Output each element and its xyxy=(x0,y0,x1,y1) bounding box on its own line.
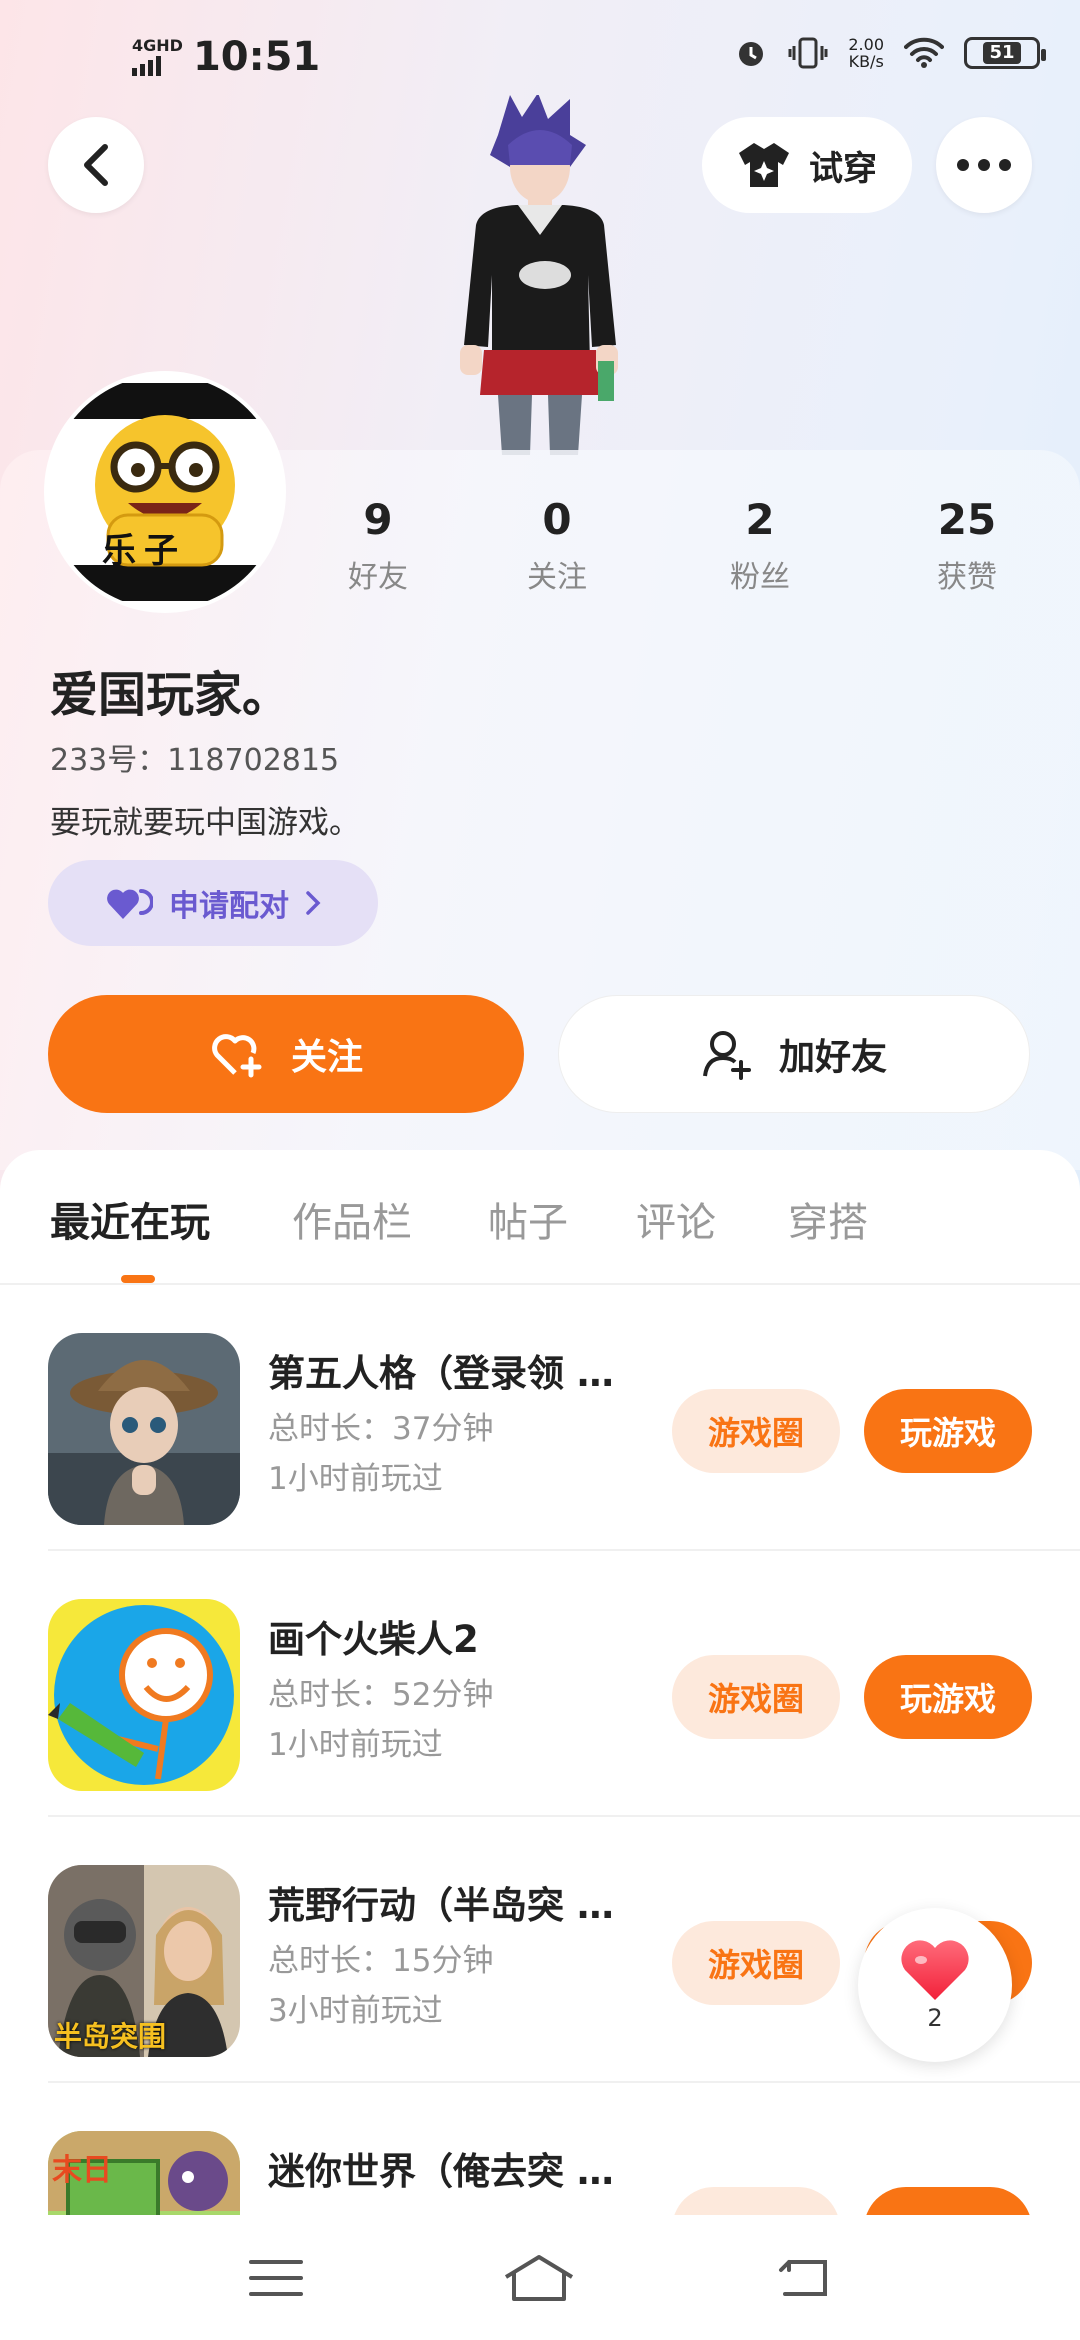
back-button[interactable] xyxy=(48,117,144,213)
tshirt-icon xyxy=(739,143,789,187)
game-title: 迷你世界（俺去突 … xyxy=(268,2150,614,2193)
game-row[interactable]: 末日 迷你世界（俺去突 … xyxy=(0,2083,1080,2215)
stat-label: 关注 xyxy=(527,560,587,595)
clock: 10:51 xyxy=(192,34,321,80)
play-game-button[interactable] xyxy=(864,2187,1032,2215)
more-dots-icon xyxy=(957,159,1011,171)
stat-label: 好友 xyxy=(348,560,408,595)
tab-recent[interactable]: 最近在玩 xyxy=(50,1190,210,1248)
signal-icon xyxy=(132,54,161,76)
speed-unit: KB/s xyxy=(848,52,884,71)
avatar-caption: 乐子 xyxy=(102,531,186,571)
net-speed: 2.00 KB/s xyxy=(848,36,884,70)
game-duration: 总时长：15分钟 xyxy=(268,1943,494,1979)
add-friend-label: 加好友 xyxy=(778,1037,887,1078)
vibrate-icon xyxy=(788,37,828,69)
stat-followers[interactable]: 2 粉丝 xyxy=(690,495,830,596)
tab-works[interactable]: 作品栏 xyxy=(292,1190,412,1248)
follow-label: 关注 xyxy=(290,1037,363,1078)
game-circle-button[interactable] xyxy=(672,2187,840,2215)
heart-pair-icon xyxy=(107,889,153,919)
game-icon-identity5 xyxy=(48,1333,240,1525)
game-title: 荒野行动（半岛突 … xyxy=(268,1884,614,1927)
pair-request-button[interactable]: 申请配对 xyxy=(48,860,378,946)
game-title: 第五人格（登录领 … xyxy=(268,1352,614,1395)
speed-value: 2.00 xyxy=(848,35,884,54)
follow-button[interactable]: 关注 xyxy=(48,995,524,1113)
stat-following[interactable]: 0 关注 xyxy=(487,495,627,596)
pair-label: 申请配对 xyxy=(169,889,289,924)
stat-value: 25 xyxy=(937,495,997,544)
game-circle-button[interactable]: 游戏圈 xyxy=(672,1655,840,1739)
game-icon-text: 末日 xyxy=(52,2153,112,2188)
tab-outfits[interactable]: 穿搭 xyxy=(788,1190,868,1248)
game-last-played: 3小时前玩过 xyxy=(268,1993,443,2029)
battery-level: 51 xyxy=(983,42,1021,64)
tab-indicator xyxy=(121,1275,155,1283)
floating-like-button[interactable]: 2 xyxy=(858,1908,1012,2062)
stat-label: 粉丝 xyxy=(730,560,790,595)
tab-comments[interactable]: 评论 xyxy=(636,1190,716,1248)
stat-value: 0 xyxy=(542,495,572,544)
try-on-label: 试穿 xyxy=(809,148,877,189)
game-row[interactable]: 第五人格（登录领 … 总时长：37分钟 1小时前玩过 游戏圈 玩游戏 xyxy=(0,1285,1080,1551)
game-icon-text: 半岛突围 xyxy=(54,2020,167,2053)
user-plus-icon xyxy=(702,1031,751,1080)
chevron-left-icon xyxy=(84,144,108,186)
status-left: 4GHD 10:51 xyxy=(132,34,320,80)
game-title: 画个火柴人2 xyxy=(268,1618,479,1661)
alarm-icon xyxy=(739,42,764,66)
avatar-image xyxy=(48,375,282,609)
stat-likes[interactable]: 25 获赞 xyxy=(897,495,1037,596)
like-count: 2 xyxy=(927,2004,943,2032)
game-circle-button[interactable]: 游戏圈 xyxy=(672,1921,840,2005)
bio: 要玩就要玩中国游戏。 xyxy=(50,805,360,841)
system-nav-bar xyxy=(0,2215,1080,2340)
try-on-button[interactable]: 试穿 xyxy=(702,117,912,213)
stat-value: 9 xyxy=(363,495,393,544)
game-last-played: 1小时前玩过 xyxy=(268,1461,443,1497)
user-id: 233号：118702815 xyxy=(50,743,340,778)
network-type: 4GHD xyxy=(132,36,183,55)
play-game-button[interactable]: 玩游戏 xyxy=(864,1389,1032,1473)
avatar-figure xyxy=(460,95,618,455)
game-row[interactable]: 画个火柴人2 总时长：52分钟 1小时前玩过 游戏圈 玩游戏 xyxy=(0,1551,1080,1817)
battery-icon: 51 xyxy=(964,37,1046,69)
game-icon-mini-world: 末日 xyxy=(48,2131,240,2215)
tab-bar: 最近在玩 作品栏 帖子 评论 穿搭 xyxy=(0,1180,1080,1280)
stat-friends[interactable]: 9 好友 xyxy=(308,495,448,596)
wifi-icon xyxy=(904,37,944,68)
game-duration: 总时长：37分钟 xyxy=(268,1411,494,1447)
game-duration: 总时长：52分钟 xyxy=(268,1677,494,1713)
tab-posts[interactable]: 帖子 xyxy=(488,1190,568,1248)
menu-icon[interactable] xyxy=(249,2258,304,2298)
nickname: 爱国玩家。 xyxy=(50,667,291,723)
status-right: 2.00 KB/s 51 xyxy=(734,36,1046,70)
game-icon-knives-out: 半岛突围 xyxy=(48,1865,240,2057)
chevron-right-icon xyxy=(306,891,321,915)
add-friend-button[interactable]: 加好友 xyxy=(558,995,1030,1113)
play-game-button[interactable]: 玩游戏 xyxy=(864,1655,1032,1739)
heart-icon xyxy=(901,1940,969,2000)
back-nav-icon[interactable] xyxy=(775,2256,831,2300)
stat-label: 获赞 xyxy=(937,560,997,595)
game-last-played: 1小时前玩过 xyxy=(268,1727,443,1763)
heart-plus-icon xyxy=(212,1034,262,1078)
game-circle-button[interactable]: 游戏圈 xyxy=(672,1389,840,1473)
game-icon-stickman xyxy=(48,1599,240,1791)
more-button[interactable] xyxy=(936,117,1032,213)
avatar[interactable]: 乐子 xyxy=(48,375,282,609)
stat-value: 2 xyxy=(745,495,775,544)
home-icon[interactable] xyxy=(502,2253,576,2303)
